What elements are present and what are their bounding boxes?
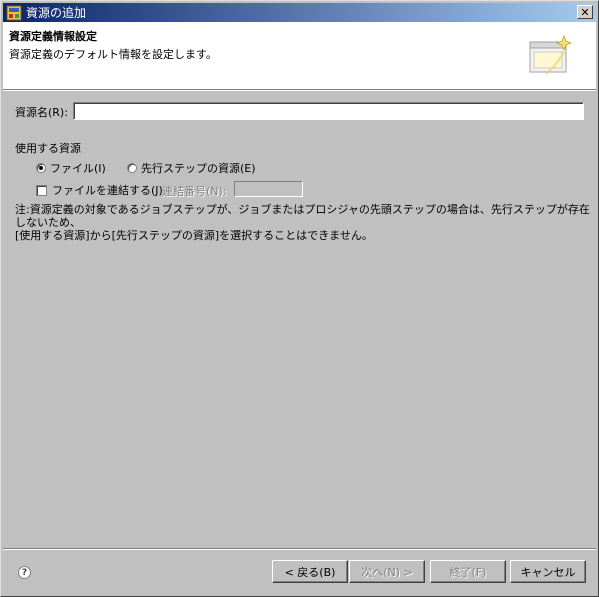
- concat-files-checkbox[interactable]: ファイルを連結する(J): [36, 182, 163, 198]
- page-title: 資源定義情報設定: [9, 30, 97, 43]
- radio-file-label: ファイル(I): [50, 162, 106, 175]
- window-title: 資源の追加: [26, 6, 87, 20]
- radio-previous-step-indicator[interactable]: [127, 163, 137, 173]
- resource-name-input[interactable]: [73, 102, 584, 120]
- close-button[interactable]: ✕: [577, 5, 593, 19]
- serial-number-label: 連結番号(N):: [162, 185, 227, 198]
- wizard-header: 資源定義情報設定 資源定義のデフォルト情報を設定します。: [3, 22, 596, 90]
- concat-files-checkbox-box[interactable]: [36, 184, 47, 196]
- concat-files-label: ファイルを連結する(J): [52, 184, 163, 197]
- resource-note: 注:資源定義の対象であるジョブステップが、ジョブまたはプロシジャの先頭ステップの…: [15, 203, 590, 242]
- header-divider: [3, 90, 596, 91]
- cancel-button[interactable]: キャンセル: [510, 560, 586, 583]
- radio-previous-step-label: 先行ステップの資源(E): [141, 162, 256, 175]
- app-window-icon: [6, 5, 22, 21]
- page-description: 資源定義のデフォルト情報を設定します。: [9, 48, 217, 61]
- radio-file[interactable]: ファイル(I): [36, 160, 106, 176]
- next-button[interactable]: 次へ(N) >: [349, 560, 425, 583]
- finish-button[interactable]: 終了(F): [430, 560, 506, 583]
- radio-file-indicator[interactable]: [36, 163, 46, 173]
- back-button[interactable]: < 戻る(B): [272, 560, 348, 583]
- help-icon[interactable]: ?: [18, 566, 31, 579]
- radio-previous-step-resource[interactable]: 先行ステップの資源(E): [127, 160, 256, 176]
- footer-divider-highlight: [3, 549, 596, 550]
- serial-number-input[interactable]: [234, 181, 303, 197]
- wizard-banner-icon: [526, 30, 576, 80]
- resource-usage-group-label: 使用する資源: [15, 142, 81, 155]
- resource-name-label: 資源名(R):: [15, 106, 68, 119]
- note-line-2: [使用する資源]から[先行ステップの資源]を選択することはできません。: [15, 229, 373, 242]
- dialog-window: 資源の追加 ✕ 資源定義情報設定 資源定義のデフォルト情報を設定します。 資源名…: [0, 0, 599, 597]
- resource-name-row: 資源名(R):: [15, 102, 584, 122]
- note-line-1: 注:資源定義の対象であるジョブステップが、ジョブまたはプロシジャの先頭ステップの…: [15, 203, 590, 229]
- title-bar: 資源の追加 ✕: [3, 3, 596, 22]
